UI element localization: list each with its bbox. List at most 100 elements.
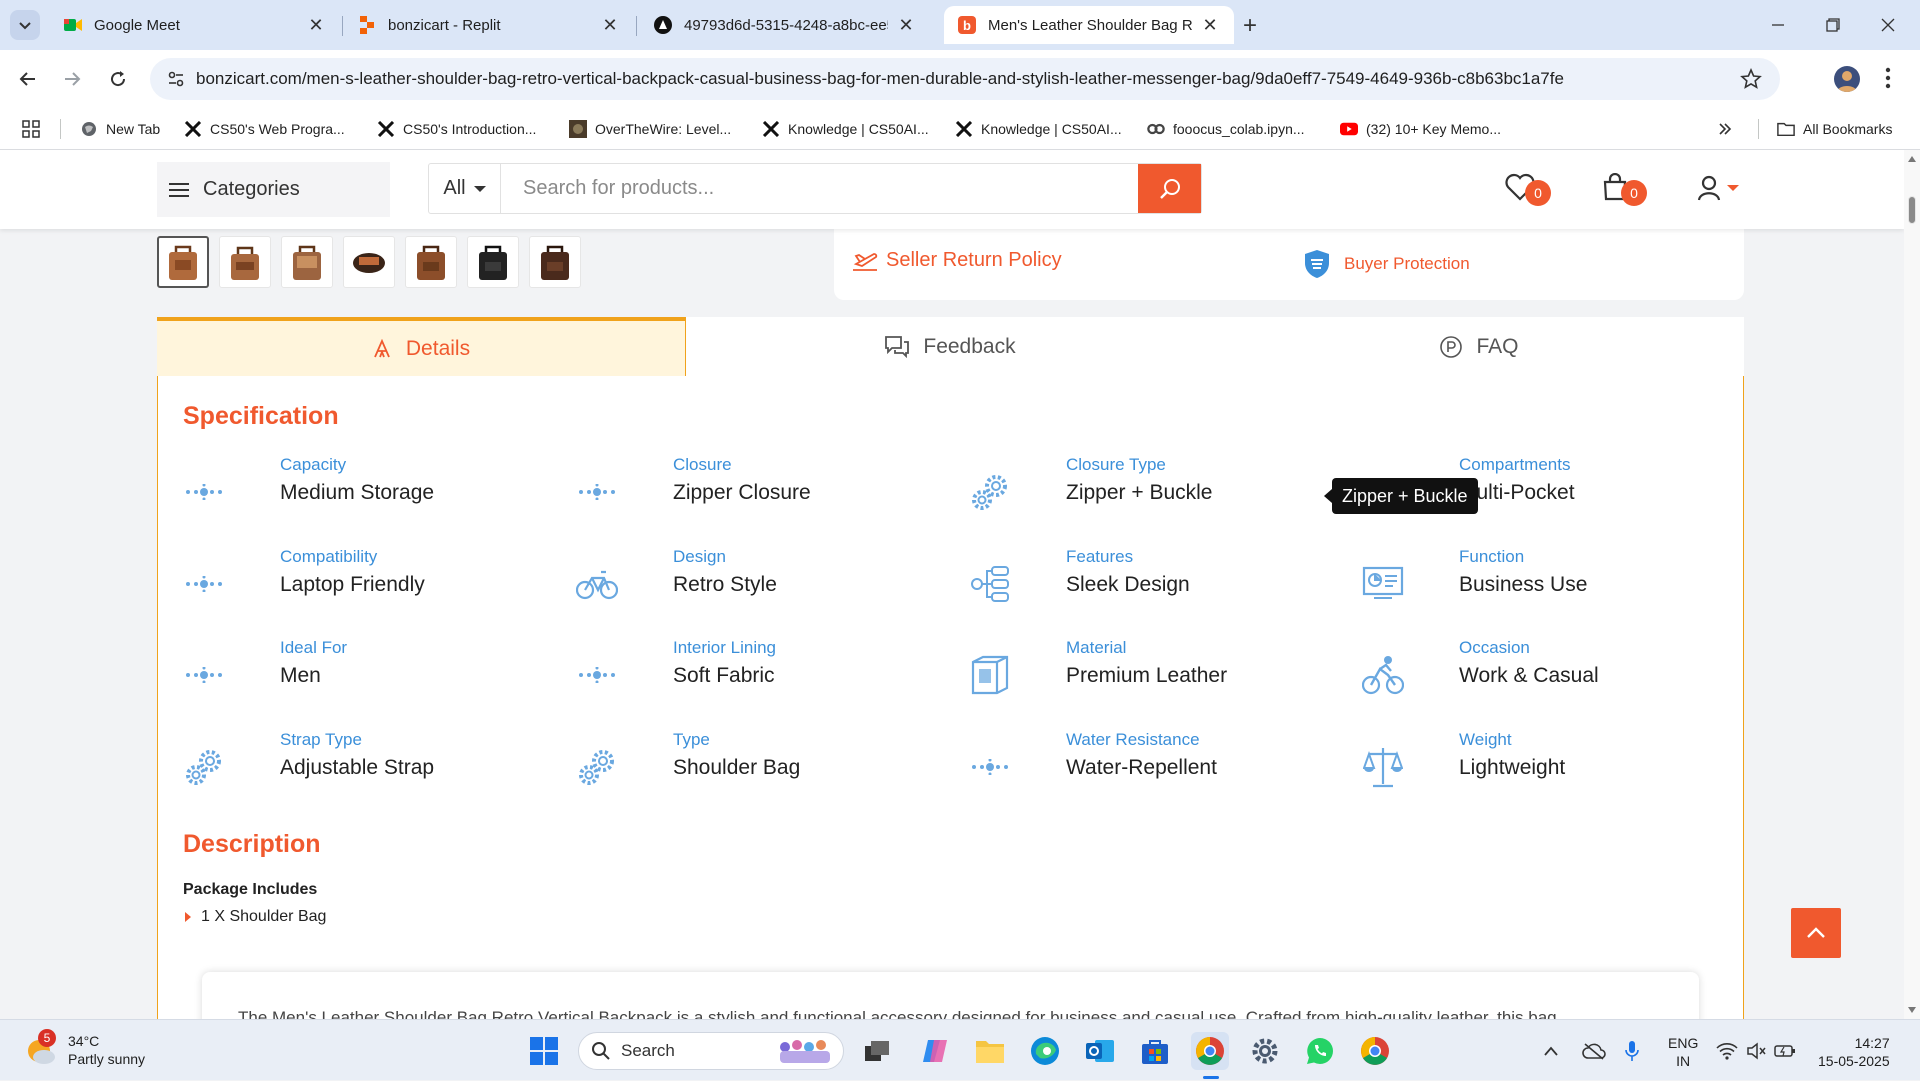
bookmark-item[interactable]: CS50's Introduction...: [377, 118, 536, 140]
bookmark-item[interactable]: CS50's Web Progra...: [184, 118, 345, 140]
apps-grid-icon[interactable]: [22, 118, 40, 140]
copilot-app[interactable]: [916, 1032, 954, 1070]
search-input[interactable]: [501, 164, 1138, 213]
cart-button[interactable]: 0: [1603, 173, 1647, 206]
more-bookmarks-icon[interactable]: [1718, 118, 1732, 140]
whatsapp-app[interactable]: [1301, 1032, 1339, 1070]
categories-button[interactable]: Categories: [157, 162, 390, 217]
new-tab-button[interactable]: +: [1243, 12, 1257, 40]
product-thumbnail[interactable]: [219, 236, 271, 288]
bookmark-separator: [60, 119, 61, 139]
browser-tab-bonzicart[interactable]: b Men's Leather Shoulder Bag Re ✕: [944, 6, 1234, 44]
tab-details[interactable]: Details: [157, 317, 686, 377]
bag-image-icon: [169, 245, 197, 280]
spec-value: Water-Repellent: [1066, 756, 1217, 779]
address-bar[interactable]: bonzicart.com/men-s-leather-shoulder-bag…: [150, 58, 1780, 100]
product-thumbnail[interactable]: [405, 236, 457, 288]
browser-tab-replit[interactable]: bonzicart - Replit ✕: [344, 6, 634, 44]
tab-feedback[interactable]: Feedback: [686, 317, 1215, 377]
show-hidden-icons[interactable]: [1543, 1020, 1559, 1081]
spec-value: Work & Casual: [1459, 664, 1599, 687]
close-tab-icon[interactable]: ✕: [1200, 15, 1220, 35]
bookmark-item[interactable]: Knowledge | CS50AI...: [762, 118, 929, 140]
product-thumbnail[interactable]: [467, 236, 519, 288]
description-card: The Men's Leather Shoulder Bag Retro Ver…: [202, 972, 1699, 1019]
wishlist-button[interactable]: 0: [1505, 173, 1551, 206]
back-to-top-button[interactable]: [1791, 908, 1841, 958]
search-bar: All: [428, 163, 1202, 214]
bookmark-item[interactable]: (32) 10+ Key Memo...: [1340, 118, 1501, 140]
start-button[interactable]: [525, 1032, 563, 1070]
arrow-left-icon: [19, 72, 35, 86]
spec-item: Ideal For Men: [183, 638, 573, 698]
spec-label: Closure Type: [1066, 455, 1166, 474]
weather-widget[interactable]: 5 34°C Partly sunny: [24, 1029, 146, 1068]
edge-app[interactable]: [1026, 1032, 1064, 1070]
bookmark-star-icon[interactable]: [1740, 68, 1762, 90]
restore-button[interactable]: [1813, 10, 1853, 40]
close-window-button[interactable]: [1868, 10, 1908, 40]
system-clock[interactable]: 14:27 15-05-2025: [1818, 1034, 1890, 1070]
file-explorer-app[interactable]: [971, 1032, 1009, 1070]
close-tab-icon[interactable]: ✕: [600, 15, 620, 35]
task-view-button[interactable]: [858, 1032, 896, 1070]
product-thumbnail[interactable]: [529, 236, 581, 288]
bookmark-item[interactable]: Knowledge | CS50AI...: [955, 118, 1122, 140]
onedrive-tray[interactable]: [1582, 1020, 1606, 1081]
scrollbar-thumb[interactable]: [1908, 196, 1916, 224]
spec-label: Ideal For: [280, 638, 348, 657]
page-viewport: Categories All 0 0: [0, 150, 1904, 1019]
buyer-protection-link[interactable]: Buyer Protection: [1304, 249, 1470, 279]
browser-tab-google-meet[interactable]: Google Meet ✕: [50, 6, 340, 44]
bullet-triangle-icon: [185, 912, 191, 922]
back-button[interactable]: [13, 64, 43, 94]
colab-icon: [1147, 120, 1165, 138]
browser-menu-icon[interactable]: [1885, 66, 1891, 90]
microphone-tray[interactable]: [1625, 1020, 1639, 1081]
store-app[interactable]: [1136, 1032, 1174, 1070]
bookmark-item[interactable]: OverTheWire: Level...: [569, 118, 731, 140]
bookmark-item[interactable]: fooocus_colab.ipyn...: [1147, 118, 1305, 140]
chrome-profile-app[interactable]: [1356, 1032, 1394, 1070]
spec-label: Features: [1066, 547, 1134, 566]
weather-desc: Partly sunny: [68, 1051, 146, 1067]
settings-app[interactable]: [1246, 1032, 1284, 1070]
spec-value: Retro Style: [673, 573, 777, 596]
account-menu-button[interactable]: [1697, 175, 1739, 201]
search-scope-select[interactable]: All: [429, 164, 501, 213]
microphone-icon: [1625, 1040, 1639, 1061]
spec-label: Type: [673, 730, 710, 749]
taskbar-search[interactable]: Search: [578, 1032, 844, 1070]
site-info-icon[interactable]: [156, 59, 196, 99]
minimize-button[interactable]: [1758, 10, 1798, 40]
product-thumbnail[interactable]: [343, 236, 395, 288]
input-language-indicator[interactable]: ENG IN: [1668, 1034, 1698, 1070]
chrome-app-active[interactable]: [1191, 1032, 1229, 1079]
forward-button[interactable]: [57, 64, 87, 94]
page-scrollbar[interactable]: [1904, 150, 1920, 1019]
all-bookmarks-button[interactable]: All Bookmarks: [1777, 118, 1892, 140]
seller-return-policy-link[interactable]: Seller Return Policy: [852, 249, 1062, 272]
close-tab-icon[interactable]: ✕: [896, 15, 916, 35]
tab-faq[interactable]: FAQ: [1215, 317, 1744, 377]
shield-icon: [1305, 250, 1329, 278]
product-thumbnail[interactable]: [157, 236, 209, 288]
close-tab-icon[interactable]: ✕: [306, 15, 326, 35]
tab-search-button[interactable]: [10, 10, 40, 40]
lang-line-2: IN: [1676, 1053, 1691, 1069]
presentation-icon: [1362, 563, 1404, 605]
outlook-app[interactable]: [1081, 1032, 1119, 1070]
browser-tab-app[interactable]: 49793d6d-5315-4248-a8bc-ee5 ✕: [640, 6, 930, 44]
cart-count-badge: 0: [1621, 180, 1647, 206]
spec-label: Occasion: [1459, 638, 1530, 657]
search-button[interactable]: [1138, 164, 1201, 213]
chat-bubbles-icon: [885, 336, 910, 358]
bookmark-item[interactable]: New Tab: [80, 118, 160, 140]
hamburger-icon: [169, 182, 189, 198]
tab-feedback-label: Feedback: [923, 335, 1016, 358]
reload-button[interactable]: [103, 64, 133, 94]
profile-avatar[interactable]: [1834, 66, 1860, 92]
product-thumbnail[interactable]: [281, 236, 333, 288]
spec-value: Laptop Friendly: [280, 573, 425, 596]
network-volume-battery-tray[interactable]: [1716, 1020, 1796, 1081]
